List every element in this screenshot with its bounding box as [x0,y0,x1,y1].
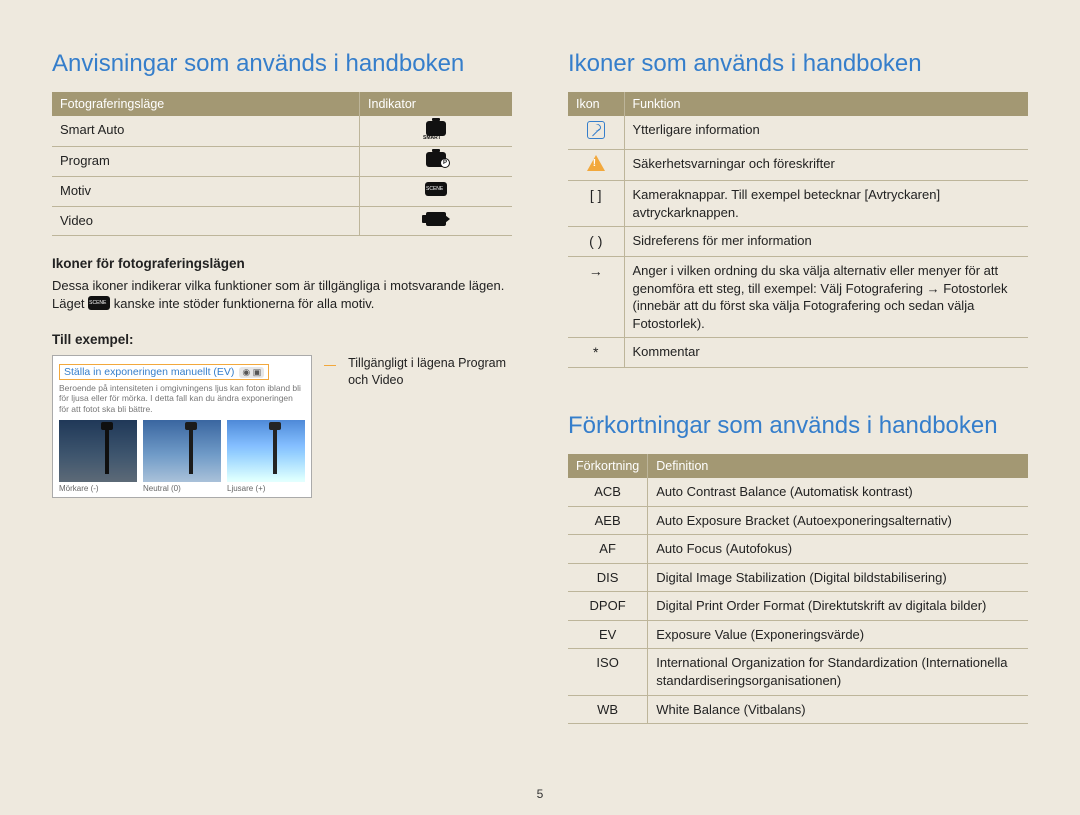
def: White Balance (Vitbalans) [648,695,1028,724]
right-section-title-2: Förkortningar som används i handboken [568,412,1028,440]
table-row: ISOInternational Organization for Standa… [568,649,1028,695]
icons-header-icon: Ikon [568,92,624,116]
example-leader-line [324,365,336,366]
video-icon [426,212,446,226]
def: Exposure Value (Exponeringsvärde) [648,620,1028,649]
example-side-text: Tillgängligt i lägena Program och Video [348,355,512,389]
sub2-title: Till exempel: [52,332,512,347]
thumb-image [227,420,305,482]
example: Ställa in exponeringen manuellt (EV) ◉ ▣… [52,355,512,498]
abbr-header-abbr: Förkortning [568,454,648,478]
sub1-title: Ikoner för fotograferingslägen [52,256,512,271]
t: ). [697,316,705,331]
thumb-caption: Neutral (0) [143,484,221,493]
note-icon [587,121,605,139]
scene-icon-inline [88,296,110,310]
table-row: ( ) Sidreferens för mer information [568,227,1028,257]
table-row: EVExposure Value (Exponeringsvärde) [568,620,1028,649]
table-row: DISDigital Image Stabilization (Digital … [568,563,1028,592]
b: Fotostorlek [633,316,697,331]
abbr: AEB [568,506,648,535]
example-mode-icons: ◉ ▣ [239,367,264,378]
abbr-header-def: Definition [648,454,1028,478]
modes-header-mode: Fotograferingsläge [52,92,360,116]
page-number: 5 [537,787,544,801]
arrow-icon: → [568,257,624,338]
program-icon [426,152,446,167]
icon-func: Sidreferens för mer information [624,227,1028,257]
table-row: [ ] Kameraknappar. Till exempel beteckna… [568,181,1028,227]
def: Auto Exposure Bracket (Autoexponeringsal… [648,506,1028,535]
t: (innebär att du först ska välja [633,298,804,313]
thumb-image [143,420,221,482]
icons-header-function: Funktion [624,92,1028,116]
b: Fotostorlek [943,281,1007,296]
smart-auto-icon [426,121,446,136]
sub1-para-b: kanske inte stöder funktionerna för alla… [114,296,375,311]
abbr: ACB [568,478,648,506]
table-row: DPOFDigital Print Order Format (Direktut… [568,592,1028,621]
icon-func: Ytterligare information [624,116,1028,149]
modes-table: Fotograferingsläge Indikator Smart Auto … [52,92,512,236]
b: Fotografering [803,298,880,313]
abbr: EV [568,620,648,649]
icon-func: Kameraknappar. Till exempel betecknar [A… [624,181,1028,227]
icon-func: Säkerhetsvarningar och föreskrifter [624,149,1028,181]
brackets-icon: [ ] [568,181,624,227]
scene-icon [425,182,447,196]
thumb-image [59,420,137,482]
warning-icon [587,155,605,171]
table-row: Säkerhetsvarningar och föreskrifter [568,149,1028,181]
parens-icon: ( ) [568,227,624,257]
table-row: Program [52,146,512,177]
table-row: ACBAuto Contrast Balance (Automatisk kon… [568,478,1028,506]
mode-label: Video [52,206,360,236]
def: Digital Image Stabilization (Digital bil… [648,563,1028,592]
mode-label: Motiv [52,177,360,207]
t: Kameraknappar. Till exempel betecknar [ [633,187,869,202]
abbr: AF [568,535,648,564]
t: och sedan välja [880,298,974,313]
icons-table: Ikon Funktion Ytterligare information Sä… [568,92,1028,368]
mode-label: Smart Auto [52,116,360,146]
table-row: WBWhite Balance (Vitbalans) [568,695,1028,724]
def: Auto Contrast Balance (Automatisk kontra… [648,478,1028,506]
table-row: Smart Auto [52,116,512,146]
thumb-neutral: Neutral (0) [143,420,221,493]
table-row: Motiv [52,177,512,207]
mode-label: Program [52,146,360,177]
thumb-caption: Mörkare (-) [59,484,137,493]
icon-func: Kommentar [624,338,1028,368]
abbr: DIS [568,563,648,592]
abbr: WB [568,695,648,724]
right-section-title-1: Ikoner som används i handboken [568,50,1028,78]
def: Digital Print Order Format (Direktutskri… [648,592,1028,621]
example-box-desc: Beroende på intensiteten i omgivningens … [59,383,305,414]
thumb-dark: Mörkare (-) [59,420,137,493]
table-row: Ytterligare information [568,116,1028,149]
table-row: * Kommentar [568,338,1028,368]
sub1-para: Dessa ikoner indikerar vilka funktioner … [52,277,512,312]
abbr-table: Förkortning Definition ACBAuto Contrast … [568,454,1028,724]
abbr: ISO [568,649,648,695]
table-row: AFAuto Focus (Autofokus) [568,535,1028,564]
modes-header-indicator: Indikator [360,92,512,116]
table-row: → Anger i vilken ordning du ska välja al… [568,257,1028,338]
table-row: Video [52,206,512,236]
abbr: DPOF [568,592,648,621]
example-box-title: Ställa in exponeringen manuellt (EV) ◉ ▣ [59,364,269,380]
def: International Organization for Standardi… [648,649,1028,695]
b: Avtryckaren [868,187,936,202]
asterisk-icon: * [568,338,624,368]
example-box-title-text: Ställa in exponeringen manuellt (EV) [64,366,234,378]
def: Auto Focus (Autofokus) [648,535,1028,564]
thumb-light: Ljusare (+) [227,420,305,493]
left-section-title: Anvisningar som används i handboken [52,50,512,78]
thumb-caption: Ljusare (+) [227,484,305,493]
b: Fotografering [846,281,923,296]
example-box: Ställa in exponeringen manuellt (EV) ◉ ▣… [52,355,312,498]
table-row: AEBAuto Exposure Bracket (Autoexponering… [568,506,1028,535]
t: → [923,281,943,296]
icon-func: Anger i vilken ordning du ska välja alte… [624,257,1028,338]
